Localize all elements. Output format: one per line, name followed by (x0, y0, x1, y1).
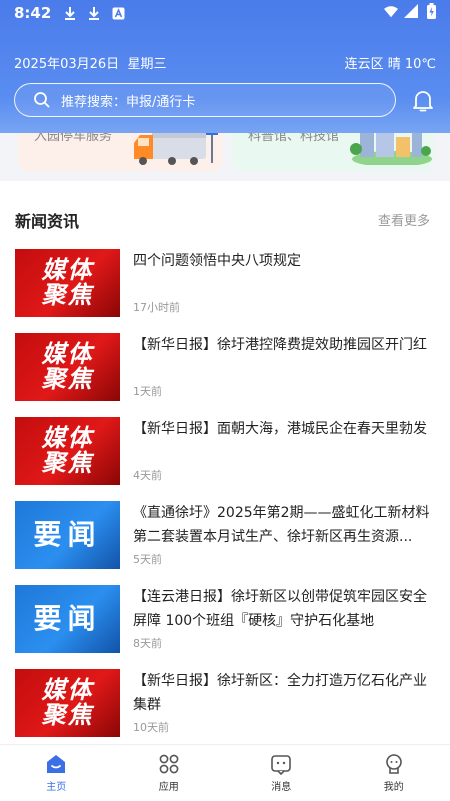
weekday-text: 星期三 (127, 57, 166, 72)
headline-thumbnail: 要闻 (15, 501, 120, 569)
tab-home[interactable]: 主页 (0, 745, 113, 801)
museum-service-card[interactable]: 科普馆、科技馆 (232, 133, 434, 171)
tab-messages[interactable]: 消息 (225, 745, 338, 801)
status-time: 8:42 (14, 4, 51, 22)
news-title: 四个问题领悟中央八项规定 (133, 249, 433, 273)
news-section-title: 新闻资讯 (15, 208, 79, 232)
tab-home-label: 主页 (46, 778, 66, 793)
museum-service-label: 科普馆、科技馆 (248, 133, 339, 144)
media-focus-thumbnail: 媒体聚焦 (15, 249, 120, 317)
apps-icon (158, 753, 180, 775)
weather-text: 连云区 晴 10℃ (345, 53, 436, 73)
bottom-tab-bar: 主页 应用 消息 我的 (0, 744, 450, 801)
news-title: 【连云港日报】徐圩新区以创带促筑牢园区安全屏障 100个班组『硬核』守护石化基地 (133, 585, 433, 633)
service-cards: 入园停车服务 科普馆、科技馆 (0, 133, 450, 181)
tab-apps[interactable]: 应用 (113, 745, 226, 801)
battery-icon (424, 4, 438, 18)
news-section: 新闻资讯 查看更多 媒体聚焦 四个问题领悟中央八项规定 17小时前 媒体聚焦 【… (0, 186, 450, 744)
news-time: 4天前 (133, 467, 162, 483)
home-icon (45, 753, 67, 775)
news-item[interactable]: 要闻 【连云港日报】徐圩新区以创带促筑牢园区安全屏障 100个班组『硬核』守护石… (15, 585, 435, 653)
search-placeholder: 推荐搜索：申报/通行卡 (61, 91, 195, 110)
thumbnail-text: 媒体聚焦 (42, 342, 94, 392)
news-time: 1天前 (133, 383, 162, 399)
media-focus-thumbnail: 媒体聚焦 (15, 333, 120, 401)
city-illustration (344, 133, 434, 165)
news-title: 【新华日报】徐圩新区：全力打造万亿石化产业集群 (133, 669, 433, 717)
search-input[interactable]: 推荐搜索：申报/通行卡 (14, 83, 396, 117)
status-bar: 8:42 (0, 0, 450, 26)
profile-icon (383, 753, 405, 775)
signal-icon (404, 4, 418, 18)
tab-profile[interactable]: 我的 (338, 745, 450, 801)
message-icon (270, 753, 292, 775)
truck-illustration (130, 133, 220, 165)
news-item[interactable]: 媒体聚焦 【新华日报】面朝大海，港城民企在春天里勃发 4天前 (15, 417, 435, 485)
date-weather-row: 2025年03月26日 星期三 连云区 晴 10℃ (14, 53, 436, 73)
app-notification-icon (111, 6, 125, 20)
parking-service-card[interactable]: 入园停车服务 (18, 133, 223, 171)
thumbnail-text: 媒体聚焦 (15, 417, 120, 485)
tab-profile-label: 我的 (384, 778, 404, 793)
thumbnail-text: 要闻 (33, 604, 101, 633)
news-time: 17小时前 (133, 299, 180, 315)
download-icon (63, 6, 77, 20)
thumbnail-text: 媒体聚焦 (42, 258, 94, 308)
thumbnail-text: 媒体聚焦 (15, 249, 120, 317)
thumbnail-text: 媒体聚焦 (42, 678, 94, 728)
thumbnail-text: 媒体聚焦 (15, 669, 120, 737)
news-time: 5天前 (133, 551, 162, 567)
date-text: 2025年03月26日 (14, 57, 119, 72)
news-item[interactable]: 媒体聚焦 四个问题领悟中央八项规定 17小时前 (15, 249, 435, 317)
news-item[interactable]: 要闻 《直通徐圩》2025年第2期——盛虹化工新材料第二套装置本月试生产、徐圩新… (15, 501, 435, 569)
thumbnail-text: 媒体聚焦 (15, 333, 120, 401)
thumbnail-text: 要闻 (15, 585, 120, 653)
media-focus-thumbnail: 媒体聚焦 (15, 417, 120, 485)
media-focus-thumbnail: 媒体聚焦 (15, 669, 120, 737)
news-time: 10天前 (133, 719, 169, 735)
news-title: 【新华日报】徐圩港控降费提效助推园区开门红 (133, 333, 433, 357)
view-more-link[interactable]: 查看更多 (378, 210, 430, 229)
tab-apps-label: 应用 (159, 778, 179, 793)
news-title: 【新华日报】面朝大海，港城民企在春天里勃发 (133, 417, 433, 441)
notification-bell-icon[interactable] (412, 89, 434, 113)
wifi-icon (384, 4, 398, 18)
download-icon (87, 6, 101, 20)
thumbnail-text: 要闻 (15, 501, 120, 569)
news-time: 8天前 (133, 635, 162, 651)
thumbnail-text: 要闻 (33, 520, 101, 549)
news-item[interactable]: 媒体聚焦 【新华日报】徐圩港控降费提效助推园区开门红 1天前 (15, 333, 435, 401)
parking-service-label: 入园停车服务 (34, 133, 112, 144)
news-title: 《直通徐圩》2025年第2期——盛虹化工新材料第二套装置本月试生产、徐圩新区再生… (133, 501, 433, 549)
news-item[interactable]: 媒体聚焦 【新华日报】徐圩新区：全力打造万亿石化产业集群 10天前 (15, 669, 435, 737)
current-date: 2025年03月26日 星期三 (14, 53, 166, 73)
tab-messages-label: 消息 (271, 778, 291, 793)
thumbnail-text: 媒体聚焦 (42, 426, 94, 476)
headline-thumbnail: 要闻 (15, 585, 120, 653)
search-icon (33, 91, 51, 109)
